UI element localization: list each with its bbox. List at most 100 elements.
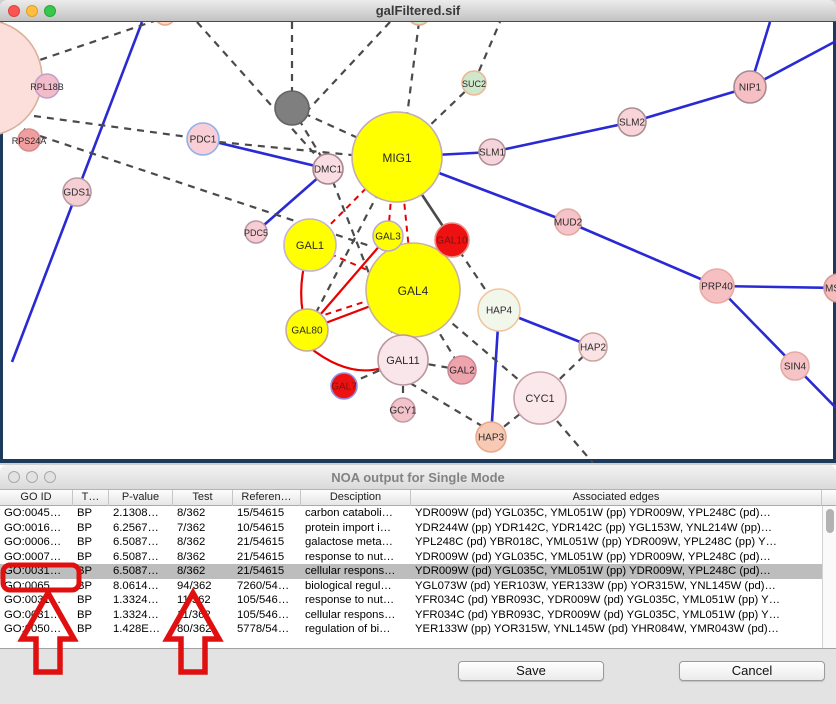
table-scrollbar[interactable] [822,506,836,648]
cell-p-value: 6.5087… [109,564,173,579]
edge-blue[interactable] [492,122,632,152]
node-label-GAL80: GAL80 [291,326,323,337]
cell-reference: 21/54615 [233,550,301,565]
edge-dash[interactable] [410,383,487,429]
cell-associated-edges: YFR034C (pd) YBR093C, YDR009W (pd) YGL03… [411,608,822,623]
cell-type: BP [73,622,109,637]
cell-p-value: 2.1308… [109,506,173,521]
node-label-CYC1: CYC1 [525,393,554,405]
cell-test: 8/362 [173,564,233,579]
edge-blue[interactable] [632,87,750,122]
node-label-GAL10: GAL10 [436,236,468,247]
network-window: galFiltered.sif MIG1GAL4GAL1GAL80GAL11GA… [0,0,836,463]
network-graph: MIG1GAL4GAL1GAL80GAL11GAL3GAL10DMC1RPL18… [0,22,836,463]
node-label-PDC5: PDC5 [244,228,268,238]
cell-type: BP [73,521,109,536]
column-header-type[interactable]: T… [73,490,109,506]
column-header-reference[interactable]: Referen… [233,490,301,506]
table-row[interactable]: GO:0006…BP6.5087…8/36221/54615galactose … [0,535,822,550]
node-top-cut-left[interactable] [155,22,175,25]
scrollbar-thumb[interactable] [826,509,834,533]
table-row[interactable]: GO:0007…BP6.5087…8/36221/54615response t… [0,550,822,565]
node-label-MIG1: MIG1 [382,151,412,165]
cell-associated-edges: YDR009W (pd) YGL035C, YML051W (pp) YDR00… [411,564,822,579]
node-label-SUC2: SUC2 [462,79,486,89]
table-row[interactable]: GO:0045…BP2.1308…8/36215/54615carbon cat… [0,506,822,521]
node-label-GAL3: GAL3 [375,232,401,243]
cell-p-value: 1.3324… [109,593,173,608]
node-label-DMC1: DMC1 [314,165,343,176]
edge-dash[interactable] [407,22,419,116]
node-label-SLM2: SLM2 [619,118,646,129]
noa-window-titlebar[interactable]: NOA output for Single Mode [0,465,836,490]
cell-type: BP [73,579,109,594]
table-row[interactable]: GO:0031…BP1.3324…11/362105/546…cellular … [0,608,822,623]
table-row[interactable]: GO:0031…BP1.3324…11/362105/546…response … [0,593,822,608]
column-header-go-id[interactable]: GO ID [0,490,73,506]
table-body: GO:0045…BP2.1308…8/36215/54615carbon cat… [0,506,822,637]
cell-go-id: GO:0045… [0,506,73,521]
edge-dash[interactable] [557,421,593,463]
cell-associated-edges: YER133W (pp) YOR315W, YNL145W (pd) YHR08… [411,622,822,637]
cell-associated-edges: YFR034C (pd) YBR093C, YDR009W (pd) YGL03… [411,593,822,608]
edge-dash[interactable] [34,116,203,139]
cell-go-id: GO:0006… [0,535,73,550]
edge-dash[interactable] [479,22,500,71]
node-label-MUD2: MUD2 [554,218,583,229]
save-button[interactable]: Save [458,661,604,681]
cell-go-id: GO:0065… [0,579,73,594]
cell-description: response to nut… [301,593,411,608]
column-header-p-value[interactable]: P-value [109,490,173,506]
network-canvas[interactable]: MIG1GAL4GAL1GAL80GAL11GAL3GAL10DMC1RPL18… [0,22,836,463]
cell-test: 7/362 [173,521,233,536]
edge-dash[interactable] [28,22,163,64]
table-row[interactable]: GO:0031…BP6.5087…8/36221/54615cellular r… [0,564,822,579]
node-label-PRP40: PRP40 [701,282,733,293]
edge-blue[interactable] [568,222,717,286]
cell-associated-edges: YDR009W (pd) YGL035C, YML051W (pp) YDR00… [411,506,822,521]
edge-blue[interactable] [203,139,328,169]
cell-reference: 5778/54… [233,622,301,637]
node-ribosome-blob[interactable] [0,22,42,136]
cell-description: cellular respons… [301,608,411,623]
cell-description: carbon cataboli… [301,506,411,521]
cell-reference: 105/546… [233,593,301,608]
node-label-GCY1: GCY1 [389,406,417,417]
column-header-description[interactable]: Desciption [301,490,411,506]
edge-red[interactable] [309,347,382,370]
column-header-test[interactable]: Test [173,490,233,506]
node-label-GAL1: GAL1 [296,240,324,252]
table-row[interactable]: GO:0016…BP6.2567…7/36210/54615protein im… [0,521,822,536]
node-top-cut-green[interactable] [408,22,430,25]
noa-window-title: NOA output for Single Mode [0,470,836,485]
cell-description: response to nut… [301,550,411,565]
noa-footer: Save Cancel [0,648,836,704]
column-header-associated-edges[interactable]: Associated edges [411,490,822,506]
cell-description: galactose meta… [301,535,411,550]
cell-p-value: 6.5087… [109,535,173,550]
network-window-titlebar[interactable]: galFiltered.sif [0,0,836,22]
cell-reference: 7260/54… [233,579,301,594]
node-label-HAP2: HAP2 [580,343,607,354]
node-label-HAP3: HAP3 [478,433,505,444]
node-label-NIP1: NIP1 [739,83,762,94]
cell-p-value: 6.2567… [109,521,173,536]
table-header: GO IDT…P-valueTestReferen…DesciptionAsso… [0,490,836,506]
cell-description: biological regul… [301,579,411,594]
cell-type: BP [73,564,109,579]
cell-type: BP [73,535,109,550]
table-row[interactable]: GO:0065…BP8.0614…94/3627260/54…biologica… [0,579,822,594]
edge-blue[interactable] [717,286,836,288]
cell-p-value: 1.3324… [109,608,173,623]
cell-associated-edges: YGL073W (pd) YER103W, YER133W (pp) YOR31… [411,579,822,594]
cell-description: regulation of bi… [301,622,411,637]
table-row[interactable]: GO:0050…BP1.428E…80/3625778/54…regulatio… [0,622,822,637]
cell-test: 94/362 [173,579,233,594]
cell-type: BP [73,506,109,521]
cell-reference: 15/54615 [233,506,301,521]
node-unnamed-gray[interactable] [275,91,309,125]
cancel-button[interactable]: Cancel [679,661,825,681]
edge-dash[interactable] [308,22,390,110]
cell-test: 11/362 [173,608,233,623]
node-label-GAL7: GAL7 [331,382,357,393]
